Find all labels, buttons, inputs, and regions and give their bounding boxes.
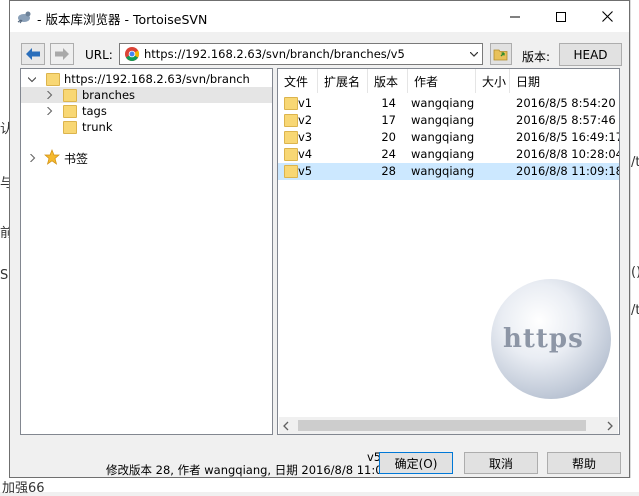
cell-author: wangqiang (411, 96, 475, 110)
back-button[interactable] (21, 43, 45, 65)
chrome-icon (124, 46, 140, 65)
chevron-right-icon[interactable] (30, 151, 44, 165)
folder-icon (63, 104, 77, 118)
minimize-icon (510, 16, 520, 17)
tree-root-item[interactable]: https://192.168.2.63/svn/branch (21, 71, 272, 87)
arrow-left-icon (26, 48, 40, 60)
cell-revision: 28 (381, 164, 396, 178)
folder-icon (63, 88, 77, 102)
list-item[interactable]: v3 20 wangqiang 2016/8/5 16:49:17 (278, 129, 619, 146)
repo-browser-window: - 版本库浏览器 - TortoiseSVN URL: https://192.… (9, 0, 630, 478)
cell-revision: 17 (381, 113, 396, 127)
maximize-icon (556, 11, 566, 22)
tree-item-bookmarks[interactable]: 书签 (21, 148, 89, 168)
background-window-bottom: 加强66 (0, 478, 639, 496)
chevron-right-icon[interactable] (47, 104, 61, 118)
folder-icon (284, 165, 298, 178)
tortoisesvn-app-icon (16, 9, 32, 28)
background-text-fragment: () (631, 265, 639, 280)
chevron-right-icon[interactable] (47, 88, 61, 102)
tree-item-label: trunk (82, 120, 113, 134)
tree-item-label: https://192.168.2.63/svn/branch (64, 72, 250, 86)
cell-author: wangqiang (411, 113, 475, 127)
maximize-button[interactable] (538, 1, 584, 32)
tree-item-label: branches (82, 88, 136, 102)
folder-icon (284, 148, 298, 161)
tree-item-branches[interactable]: branches (21, 87, 272, 103)
horizontal-scrollbar[interactable] (279, 417, 618, 434)
folder-icon (284, 131, 298, 144)
chevron-right-icon[interactable] (607, 420, 613, 434)
title-bar: - 版本库浏览器 - TortoiseSVN (10, 1, 629, 32)
folder-icon (63, 120, 77, 134)
list-item[interactable]: v1 14 wangqiang 2016/8/5 8:54:20 (278, 95, 619, 112)
cell-author: wangqiang (411, 130, 475, 144)
column-header-file[interactable]: 文件 (278, 69, 318, 93)
url-label: URL: (85, 48, 113, 62)
column-header-date[interactable]: 日期 (510, 69, 619, 93)
ok-button[interactable]: 确定(O) (379, 452, 453, 474)
url-combobox[interactable]: https://192.168.2.63/svn/branch/branches… (119, 43, 483, 65)
revision-label: 版本: (522, 50, 551, 64)
column-header-extension[interactable]: 扩展名 (318, 69, 368, 93)
url-input[interactable]: https://192.168.2.63/svn/branch/branches… (144, 47, 405, 61)
tree-item-trunk[interactable]: trunk (21, 119, 112, 135)
revision-head-button[interactable]: HEAD (559, 43, 622, 66)
window-title: - 版本库浏览器 - TortoiseSVN (37, 12, 208, 27)
background-window-right (630, 0, 639, 492)
background-text-fragment: /t (631, 155, 639, 170)
folder-icon (46, 72, 60, 86)
tree-item-tags[interactable]: tags (21, 103, 107, 119)
watermark-text: https (503, 324, 584, 354)
column-header-revision[interactable]: 版本 (368, 69, 408, 93)
cell-file-name: v4 (298, 147, 313, 161)
close-icon (601, 11, 613, 22)
cell-date: 2016/8/8 11:09:18 (516, 164, 620, 178)
chevron-left-icon[interactable] (283, 420, 289, 434)
cell-revision: 20 (381, 130, 396, 144)
file-list[interactable]: 文件 扩展名 版本 作者 大小 日期 https v1 14 wangqiang 20… (277, 68, 620, 435)
background-text-fragment: S (0, 268, 9, 283)
folder-icon (284, 114, 298, 127)
background-text-fragment: /t (631, 303, 639, 318)
folder-icon (284, 97, 298, 110)
cell-date: 2016/8/5 8:54:20 (516, 96, 616, 110)
star-icon (44, 148, 60, 168)
background-text-fragment: 加强66 (2, 481, 45, 496)
list-item[interactable]: v2 17 wangqiang 2016/8/5 8:57:46 (278, 112, 619, 129)
arrow-right-icon (55, 48, 69, 60)
cancel-button[interactable]: 取消 (464, 452, 538, 474)
folder-open-icon (493, 49, 508, 61)
cell-file-name: v3 (298, 130, 313, 144)
chevron-down-icon[interactable] (465, 44, 482, 64)
cell-file-name: v2 (298, 113, 313, 127)
cell-author: wangqiang (411, 164, 475, 178)
repository-tree[interactable]: https://192.168.2.63/svn/branch branches… (20, 68, 273, 435)
browse-folder-button[interactable] (490, 43, 512, 65)
cell-date: 2016/8/5 16:49:17 (516, 130, 620, 144)
tree-item-label: tags (82, 104, 107, 118)
list-item[interactable]: v5 28 wangqiang 2016/8/8 11:09:18 (278, 163, 619, 180)
cell-date: 2016/8/5 8:57:46 (516, 113, 616, 127)
cell-revision: 24 (381, 147, 396, 161)
scrollbar-thumb[interactable] (298, 420, 586, 431)
column-header-size[interactable]: 大小 (476, 69, 510, 93)
cell-author: wangqiang (411, 147, 475, 161)
tree-item-label: 书签 (64, 151, 89, 166)
forward-button[interactable] (50, 43, 74, 65)
selected-item-info: 修改版本 28, 作者 wangqiang, 日期 2016/8/8 11:09… (106, 463, 409, 477)
help-button[interactable]: 帮助 (547, 452, 621, 474)
minimize-button[interactable] (492, 1, 538, 32)
list-item[interactable]: v4 24 wangqiang 2016/8/8 10:28:04 (278, 146, 619, 163)
column-header-author[interactable]: 作者 (408, 69, 476, 93)
chevron-down-icon[interactable] (27, 72, 42, 86)
cell-file-name: v5 (298, 164, 313, 178)
cell-date: 2016/8/8 10:28:04 (516, 147, 620, 161)
close-button[interactable] (584, 1, 630, 32)
cell-revision: 14 (381, 96, 396, 110)
cell-file-name: v1 (298, 96, 313, 110)
